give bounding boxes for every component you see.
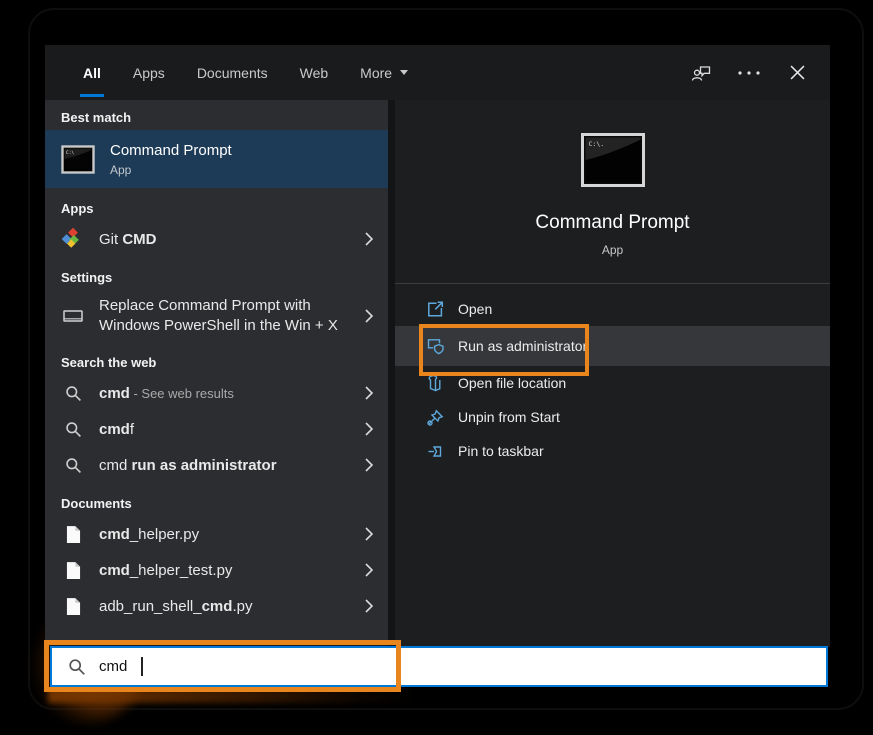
action-label: Run as administrator: [458, 338, 587, 354]
result-doc-cmd-helper[interactable]: cmd_helper.py: [45, 516, 388, 552]
pin-icon: [425, 442, 445, 461]
result-label: cmd - See web results: [99, 385, 348, 402]
folder-icon: [425, 374, 445, 393]
search-query-text: cmd: [99, 658, 127, 675]
open-icon: [425, 300, 445, 319]
preview-app-name: Command Prompt: [535, 212, 689, 234]
result-doc-adb-run-shell-cmd[interactable]: adb_run_shell_cmd.py: [45, 588, 388, 624]
chevron-right-icon[interactable]: [362, 563, 376, 577]
result-web-cmd-run-as-administrator[interactable]: cmd run as administrator: [45, 447, 388, 483]
windows-search-flyout: All Apps Documents Web More: [45, 45, 830, 647]
result-label: cmdf: [99, 421, 348, 438]
action-label: Open: [458, 301, 492, 317]
section-header-apps: Apps: [45, 188, 388, 221]
result-label: Git CMD: [99, 231, 348, 248]
chevron-right-icon[interactable]: [362, 458, 376, 472]
result-replace-command-prompt-setting[interactable]: Replace Command Prompt with Windows Powe…: [45, 290, 388, 342]
taskbar-search-box[interactable]: cmd: [50, 646, 828, 687]
tab-web-label: Web: [300, 65, 329, 81]
result-doc-cmd-helper-test[interactable]: cmd_helper_test.py: [45, 552, 388, 588]
result-label: adb_run_shell_cmd.py: [99, 598, 348, 615]
action-label: Open file location: [458, 375, 566, 391]
section-header-documents: Documents: [45, 483, 388, 516]
search-icon: [68, 658, 86, 676]
chevron-right-icon[interactable]: [362, 422, 376, 436]
tab-apps-label: Apps: [133, 65, 165, 81]
result-label: cmd_helper.py: [99, 526, 348, 543]
search-icon: [61, 385, 85, 402]
chevron-down-icon: [400, 70, 408, 75]
best-match-text: Command Prompt App: [110, 142, 232, 177]
text-cursor: [141, 657, 143, 676]
more-options-icon[interactable]: [738, 63, 760, 83]
git-icon: [61, 228, 85, 250]
tab-documents[interactable]: Documents: [181, 45, 284, 100]
result-label: cmd run as administrator: [99, 457, 348, 474]
document-icon: [61, 561, 85, 580]
command-prompt-icon-large: C:\.: [581, 133, 645, 187]
section-header-settings: Settings: [45, 257, 388, 290]
preview-app-type: App: [602, 243, 623, 257]
result-web-cmd-see-results[interactable]: cmd - See web results: [45, 375, 388, 411]
orange-shadow-artifact: [48, 688, 418, 703]
pane-divider: [388, 100, 395, 647]
search-filter-tabs: All Apps Documents Web More: [67, 45, 424, 100]
preview-pane: C:\. Command Prompt App Open: [395, 100, 830, 647]
console-window-icon: [61, 308, 85, 324]
tab-more-label: More: [360, 65, 392, 81]
results-list-pane: Best match C:\ Command Prompt App Apps: [45, 100, 388, 641]
preview-divider: [395, 283, 830, 284]
svg-text:C:\: C:\: [66, 150, 74, 156]
result-label: Replace Command Prompt with Windows Powe…: [99, 296, 348, 336]
feedback-icon[interactable]: [690, 63, 712, 83]
best-match-subtitle: App: [110, 163, 232, 177]
chevron-right-icon[interactable]: [362, 232, 376, 246]
best-match-result-command-prompt[interactable]: C:\ Command Prompt App: [45, 130, 388, 188]
tab-more[interactable]: More: [344, 45, 424, 100]
tab-documents-label: Documents: [197, 65, 268, 81]
document-icon: [61, 525, 85, 544]
action-open[interactable]: Open: [395, 292, 830, 326]
action-open-file-location[interactable]: Open file location: [395, 366, 830, 400]
action-label: Unpin from Start: [458, 409, 560, 425]
result-git-cmd[interactable]: Git CMD: [45, 221, 388, 257]
chevron-right-icon[interactable]: [362, 599, 376, 613]
tab-all-label: All: [83, 65, 101, 81]
command-prompt-icon: C:\: [61, 145, 95, 174]
tab-apps[interactable]: Apps: [117, 45, 181, 100]
section-header-search-the-web: Search the web: [45, 342, 388, 375]
search-icon: [61, 457, 85, 474]
search-filter-tabbar: All Apps Documents Web More: [45, 45, 830, 100]
action-run-as-administrator[interactable]: Run as administrator: [395, 326, 830, 366]
result-web-cmdf[interactable]: cmdf: [45, 411, 388, 447]
unpin-icon: [425, 408, 445, 427]
app-preview: C:\. Command Prompt App: [395, 100, 830, 257]
context-actions: Open Run as administrator: [395, 292, 830, 468]
chevron-right-icon[interactable]: [362, 386, 376, 400]
action-pin-to-taskbar[interactable]: Pin to taskbar: [395, 434, 830, 468]
tab-web[interactable]: Web: [284, 45, 345, 100]
search-results-panes: Best match C:\ Command Prompt App Apps: [45, 100, 830, 647]
tab-all[interactable]: All: [67, 45, 117, 100]
action-label: Pin to taskbar: [458, 443, 544, 459]
chevron-right-icon[interactable]: [362, 309, 376, 323]
chevron-right-icon[interactable]: [362, 527, 376, 541]
shield-icon: [425, 337, 445, 356]
tabbar-right-icons: [690, 63, 808, 83]
document-icon: [61, 597, 85, 616]
svg-text:C:\.: C:\.: [588, 140, 604, 148]
active-tab-underline: [80, 94, 104, 97]
result-label: cmd_helper_test.py: [99, 562, 348, 579]
section-header-best-match: Best match: [45, 100, 388, 130]
search-icon: [61, 421, 85, 438]
close-icon[interactable]: [786, 63, 808, 83]
action-unpin-from-start[interactable]: Unpin from Start: [395, 400, 830, 434]
best-match-title: Command Prompt: [110, 142, 232, 159]
